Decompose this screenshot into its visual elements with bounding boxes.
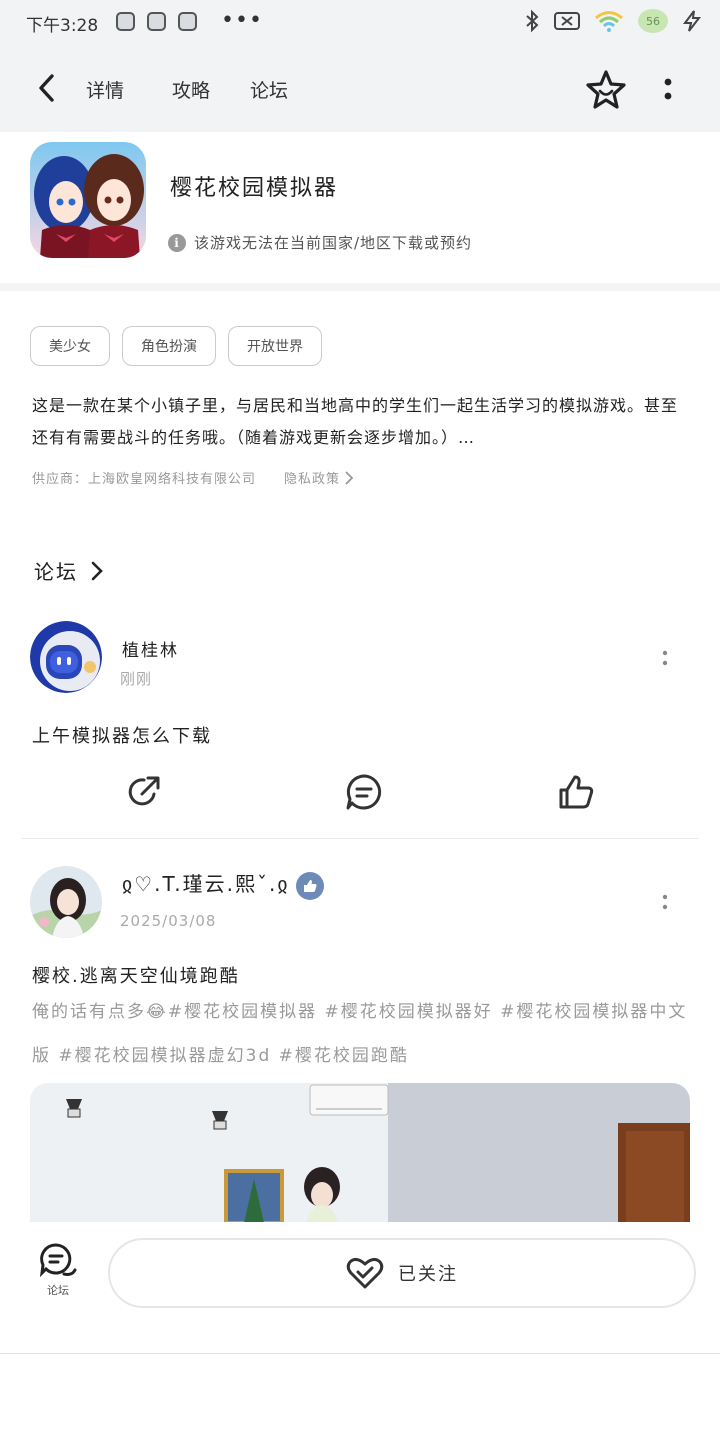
info-icon: i <box>168 233 186 252</box>
username[interactable]: ჲ♡.T.瑾云.熙ˇ.ჲ <box>122 868 324 900</box>
privacy-policy-link[interactable]: 隐私政策 <box>284 468 354 487</box>
app-notify-icon <box>116 12 135 31</box>
bluetooth-icon <box>526 9 539 33</box>
follow-label: 已关注 <box>398 1264 458 1285</box>
more-dots-icon: ••• <box>221 8 263 33</box>
follow-button[interactable]: 已关注 <box>108 1238 696 1308</box>
tab-details[interactable]: 详情 <box>79 76 129 103</box>
section-divider <box>0 283 720 291</box>
heart-check-icon <box>346 1257 384 1289</box>
forum-section-header[interactable]: 论坛 <box>34 556 104 585</box>
app-title: 樱花校园模拟器 <box>170 176 339 201</box>
like-icon[interactable] <box>556 772 596 812</box>
battery-icon: 56 <box>638 9 668 33</box>
post-time: 2025/03/08 <box>120 912 217 930</box>
status-bar: 下午3:28 ••• 56 <box>0 0 720 44</box>
app-notify-icon <box>178 12 197 31</box>
vendor-info: 供应商：上海欧皇网络科技有限公司 隐私政策 <box>32 468 354 487</box>
forum-section-title: 论坛 <box>34 560 78 584</box>
forum-nav-button[interactable]: 论坛 <box>36 1242 80 1298</box>
game-tags: 美少女 角色扮演 开放世界 <box>30 326 322 366</box>
notification-icons <box>116 12 197 31</box>
region-notice-text: 该游戏无法在当前国家/地区下载或预约 <box>194 234 473 252</box>
game-description[interactable]: 这是一款在某个小镇子里，与居民和当地高中的学生们一起生活学习的模拟游戏。甚至还有… <box>32 390 692 454</box>
post-more-icon[interactable] <box>660 648 670 670</box>
post-hashtags[interactable]: 俺的话有点多😂#樱花校园模拟器 #樱花校园模拟器好 #樱花校园模拟器中文版 #樱… <box>32 990 692 1078</box>
post-actions <box>0 772 720 822</box>
share-icon[interactable] <box>124 772 164 812</box>
tag-chip[interactable]: 角色扮演 <box>122 326 216 366</box>
forum-chat-icon <box>39 1243 77 1278</box>
status-right: 56 <box>524 9 702 33</box>
charging-icon <box>683 10 702 32</box>
status-time: 下午3:28 <box>26 16 99 36</box>
chevron-right-icon <box>345 470 354 485</box>
no-sim-icon <box>554 12 580 30</box>
tab-forum[interactable]: 论坛 <box>250 76 288 103</box>
tag-chip[interactable]: 开放世界 <box>228 326 322 366</box>
region-notice: i 该游戏无法在当前国家/地区下载或预约 <box>168 232 472 253</box>
user-avatar[interactable] <box>30 621 102 693</box>
forum-nav-label: 论坛 <box>47 1284 69 1297</box>
comment-icon[interactable] <box>344 772 384 812</box>
back-arrow-icon[interactable] <box>30 70 66 106</box>
user-avatar[interactable] <box>30 866 102 938</box>
username-text: ჲ♡.T.瑾云.熙ˇ.ჲ <box>122 872 290 896</box>
app-header: 樱花校园模拟器 i 该游戏无法在当前国家/地区下载或预约 <box>0 132 720 282</box>
verified-badge-icon <box>295 871 324 900</box>
vendor-name: 供应商：上海欧皇网络科技有限公司 <box>32 472 257 487</box>
post-separator <box>22 838 698 839</box>
chevron-right-icon <box>91 561 103 580</box>
tag-chip[interactable]: 美少女 <box>30 326 110 366</box>
post-title[interactable]: 樱校.逃离天空仙境跑酷 <box>32 962 240 988</box>
top-navigation: 详情 攻略 论坛 <box>0 44 720 132</box>
post-image[interactable] <box>30 1083 690 1223</box>
post-time: 刚刚 <box>120 670 153 688</box>
tab-guides[interactable]: 攻略 <box>172 76 210 103</box>
privacy-policy-label: 隐私政策 <box>284 472 341 487</box>
app-notify-icon <box>147 12 166 31</box>
app-icon <box>30 142 146 258</box>
more-options-icon[interactable] <box>656 74 680 104</box>
username[interactable]: 植桂林 <box>122 636 179 661</box>
post-title[interactable]: 上午模拟器怎么下载 <box>32 722 212 748</box>
bottom-bar: 论坛 已关注 <box>0 1222 720 1354</box>
bottom-divider <box>0 1353 720 1354</box>
favorite-star-icon[interactable] <box>584 68 628 112</box>
wifi-icon <box>595 11 623 32</box>
post-more-icon[interactable] <box>660 892 670 914</box>
